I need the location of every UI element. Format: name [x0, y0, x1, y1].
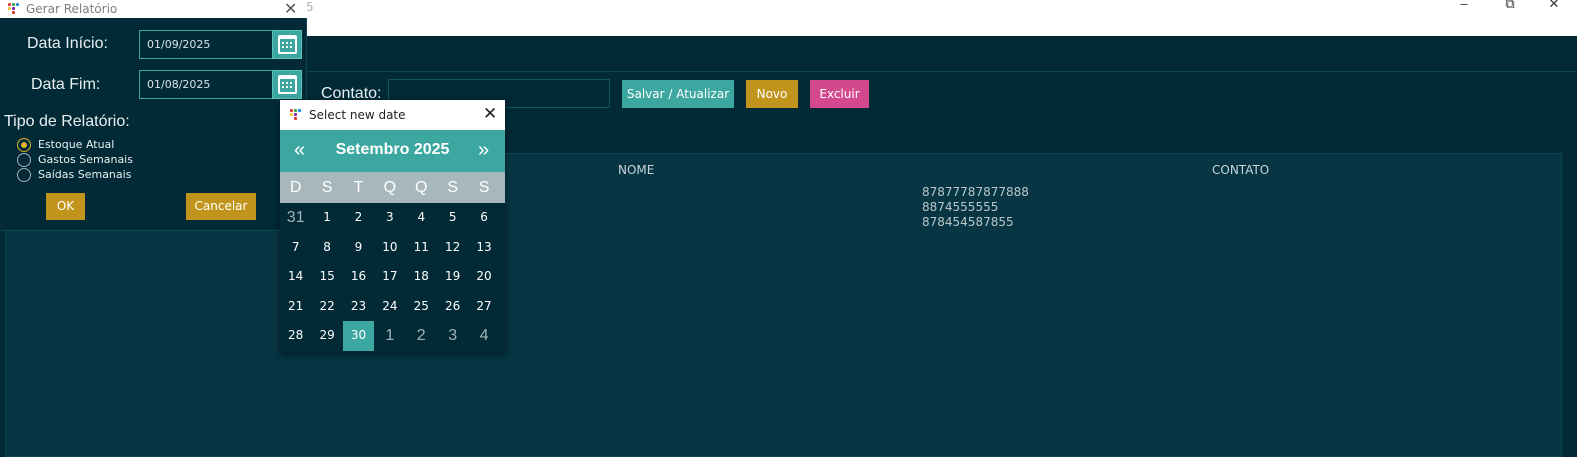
delete-button[interactable]: Excluir [810, 80, 869, 108]
date-picker-titlebar: Select new date ✕ [280, 100, 505, 130]
weekday-label: S [447, 179, 458, 196]
day-cell[interactable]: 16 [343, 262, 374, 292]
data-inicio-input[interactable]: 01/09/2025 [139, 30, 273, 59]
radio-button[interactable] [17, 168, 31, 182]
cancel-button[interactable]: Cancelar [186, 193, 256, 220]
day-grid: 31 1 2 3 4 5 6 7 8 9 10 11 12 13 14 15 16 17 18 19 20 21 22 23 2… [280, 203, 505, 353]
ok-button[interactable]: OK [46, 193, 85, 220]
week-row: 14 15 16 17 18 19 20 [280, 262, 505, 292]
day-cell[interactable]: 10 [374, 233, 405, 263]
table-cell-contato[interactable]: 878454587855 [922, 215, 1014, 229]
month-header: « Setembro 2025 » [280, 130, 505, 172]
table-cell-contato[interactable]: 8874555555 [922, 200, 998, 214]
day-cell[interactable]: 13 [468, 233, 499, 263]
day-cell[interactable]: 6 [468, 203, 499, 233]
weekday-label: S [478, 179, 490, 196]
column-header-nome[interactable]: NOME [618, 163, 654, 177]
report-dialog-title: Gerar Relatório [26, 2, 118, 16]
data-fim-label: Data Fim: [31, 76, 101, 93]
date-picker-dialog: Select new date ✕ « Setembro 2025 » D S T Q… [280, 100, 505, 353]
day-cell-other-month[interactable]: 3 [437, 321, 468, 351]
main-window-title: 5 [306, 0, 314, 14]
close-window-button[interactable]: ✕ [1531, 0, 1577, 10]
save-update-button[interactable]: Salvar / Atualizar [622, 80, 734, 108]
day-cell[interactable]: 8 [311, 233, 342, 263]
day-cell[interactable]: 7 [280, 233, 311, 263]
day-cell-other-month[interactable]: 4 [468, 321, 499, 351]
date-picker-title: Select new date [309, 108, 406, 122]
radio-button[interactable] [17, 138, 31, 152]
radio-button[interactable] [17, 153, 31, 167]
close-icon[interactable]: ✕ [284, 0, 297, 19]
day-cell[interactable]: 17 [374, 262, 405, 292]
day-cell[interactable]: 9 [343, 233, 374, 263]
day-cell-other-month[interactable]: 1 [374, 321, 405, 351]
new-button[interactable]: Novo [746, 80, 798, 108]
close-icon[interactable]: ✕ [483, 104, 497, 124]
calendar-icon[interactable] [272, 30, 302, 59]
day-cell[interactable]: 27 [468, 292, 499, 322]
day-cell[interactable]: 2 [343, 203, 374, 233]
day-cell[interactable]: 3 [374, 203, 405, 233]
day-cell-selected[interactable]: 30 [342, 321, 375, 351]
week-row: 7 8 9 10 11 12 13 [280, 233, 505, 263]
day-cell[interactable]: 11 [406, 233, 437, 263]
table-cell-contato[interactable]: 87877787877888 [922, 185, 1029, 199]
week-row: 28 29 30 1 2 3 4 [280, 321, 505, 351]
weekday-label: Q [415, 179, 428, 196]
day-cell[interactable]: 26 [437, 292, 468, 322]
weekday-label: T [353, 179, 364, 196]
tipo-relatorio-label: Tipo de Relatório: [4, 113, 130, 130]
week-row: 21 22 23 24 25 26 27 [280, 292, 505, 322]
day-cell[interactable]: 5 [437, 203, 468, 233]
day-cell[interactable]: 19 [437, 262, 468, 292]
day-cell[interactable]: 29 [311, 321, 342, 351]
day-cell[interactable]: 14 [280, 262, 311, 292]
day-cell[interactable]: 23 [343, 292, 374, 322]
radio-label: Saídas Semanais [38, 168, 132, 181]
app-icon [8, 3, 20, 15]
day-cell[interactable]: 4 [406, 203, 437, 233]
day-cell[interactable]: 15 [311, 262, 342, 292]
day-cell[interactable]: 12 [437, 233, 468, 263]
weekday-label: Q [383, 179, 397, 196]
next-month-button[interactable]: » [478, 139, 489, 162]
day-cell-other-month[interactable]: 31 [280, 203, 311, 233]
report-dialog: Gerar Relatório ✕ Data Início: 01/09/202… [0, 0, 307, 231]
day-cell[interactable]: 18 [406, 262, 437, 292]
calendar-icon[interactable] [272, 70, 302, 99]
maximize-button[interactable]: ⧉ [1487, 0, 1533, 10]
day-cell[interactable]: 20 [468, 262, 499, 292]
column-header-contato[interactable]: CONTATO [1212, 163, 1269, 177]
report-titlebar: Gerar Relatório ✕ [0, 0, 307, 18]
data-inicio-label: Data Início: [27, 35, 108, 52]
month-label: Setembro 2025 [335, 141, 450, 158]
day-cell[interactable]: 21 [280, 292, 311, 322]
weekday-label: S [321, 179, 333, 196]
day-cell-other-month[interactable]: 2 [406, 321, 437, 351]
minimize-button[interactable]: – [1441, 0, 1487, 10]
day-cell[interactable]: 25 [406, 292, 437, 322]
day-cell[interactable]: 22 [311, 292, 342, 322]
radio-label: Gastos Semanais [38, 153, 133, 166]
day-cell[interactable]: 24 [374, 292, 405, 322]
week-row: 31 1 2 3 4 5 6 [280, 203, 505, 233]
app-icon [290, 109, 302, 121]
data-fim-input[interactable]: 01/08/2025 [139, 70, 273, 99]
weekday-label: D [289, 179, 302, 196]
day-cell[interactable]: 1 [311, 203, 342, 233]
day-cell[interactable]: 28 [280, 321, 311, 351]
radio-label: Estoque Atual [38, 138, 115, 151]
weekday-header: DSTQQSS [280, 172, 505, 203]
